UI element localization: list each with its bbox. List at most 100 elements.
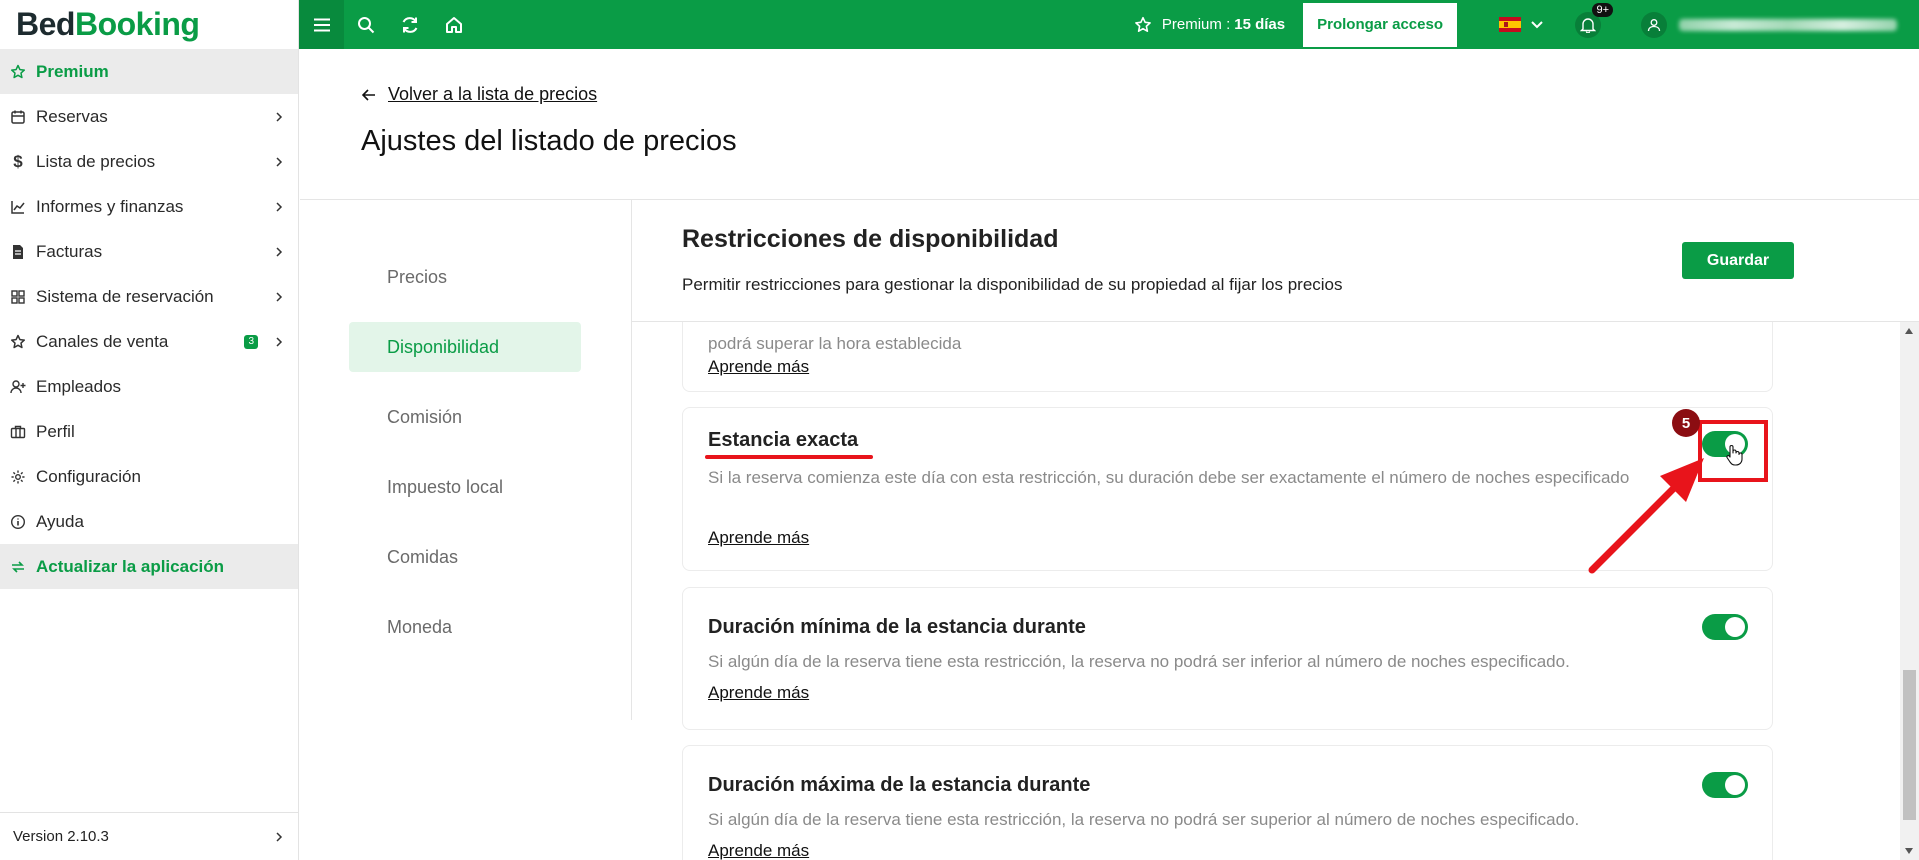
learn-more-link[interactable]: Aprende más (708, 841, 809, 860)
chevron-right-icon (276, 831, 283, 842)
sidebar-item-label: Sistema de reservación (36, 286, 214, 306)
chart-icon (10, 199, 26, 215)
sidebar-item-label: Perfil (36, 421, 75, 441)
sidebar-item-ayuda[interactable]: Ayuda (0, 499, 298, 544)
chevron-right-icon (276, 201, 283, 212)
sidebar-item-empleados[interactable]: Empleados (0, 364, 298, 409)
sidebar-item-canales-de-venta[interactable]: Canales de venta 3 (0, 319, 298, 364)
header-divider (300, 199, 1919, 200)
sidebar-item-configuracion[interactable]: Configuración (0, 454, 298, 499)
restrictions-list[interactable]: podrá superar la hora establecida Aprend… (632, 322, 1900, 860)
learn-more-link[interactable]: Aprende más (708, 357, 809, 377)
logo-booking: Booking (74, 6, 200, 42)
notification-count: 9+ (1592, 2, 1613, 17)
user-icon (1647, 18, 1661, 31)
tab-comidas[interactable]: Comidas (349, 532, 581, 582)
learn-more-link[interactable]: Aprende más (708, 683, 809, 703)
sidebar-item-reservas[interactable]: Reservas (0, 94, 298, 139)
top-bar: Premium : 15 días Prolongar acceso 9+ (299, 0, 1919, 49)
section-title: Restricciones de disponibilidad (682, 225, 1059, 253)
user-menu[interactable] (1641, 11, 1897, 38)
duracion-maxima-toggle[interactable] (1702, 772, 1748, 798)
search-button[interactable] (344, 0, 388, 49)
scrollbar[interactable] (1900, 322, 1919, 860)
premium-days: 15 días (1234, 16, 1286, 33)
tab-moneda[interactable]: Moneda (349, 602, 581, 652)
back-link-label: Volver a la lista de precios (388, 84, 598, 104)
bell-icon (1580, 17, 1596, 33)
refresh-icon (10, 559, 26, 575)
sidebar-item-label: Reservas (36, 106, 108, 126)
sidebar-item-label: Lista de precios (36, 151, 156, 171)
tab-comision[interactable]: Comisión (349, 392, 581, 442)
star-icon (1135, 16, 1151, 32)
dollar-icon: $ (13, 151, 23, 171)
sidebar-item-actualizar[interactable]: Actualizar la aplicación (0, 544, 298, 589)
sidebar-nav: Premium Reservas $ Lista de precios Info… (0, 49, 298, 589)
home-icon (446, 16, 462, 33)
search-icon (358, 16, 375, 33)
annotation-arrow-icon (1588, 458, 1704, 574)
sidebar-item-label: Informes y finanzas (36, 196, 184, 216)
count-badge: 3 (244, 334, 258, 349)
gear-icon (10, 469, 26, 485)
hamburger-icon (313, 18, 330, 31)
sidebar-item-lista-de-precios[interactable]: $ Lista de precios (0, 139, 298, 184)
restriction-card-partial: podrá superar la hora establecida Aprend… (682, 322, 1773, 392)
learn-more-link[interactable]: Aprende más (708, 528, 809, 548)
chevron-right-icon (276, 291, 283, 302)
scroll-up-arrow-icon[interactable] (1905, 328, 1913, 334)
sidebar-item-label: Premium (36, 61, 109, 81)
tab-impuesto-local[interactable]: Impuesto local (349, 462, 581, 512)
briefcase-icon (10, 424, 26, 440)
notifications-button[interactable]: 9+ (1575, 2, 1613, 38)
avatar (1641, 11, 1667, 38)
tab-disponibilidad[interactable]: Disponibilidad (349, 322, 581, 372)
restriction-card-duracion-maxima: Duración máxima de la estancia durante S… (682, 745, 1773, 860)
step-number-badge: 5 (1672, 409, 1700, 437)
sidebar-item-label: Configuración (36, 466, 141, 486)
card-title: Estancia exacta (708, 429, 859, 451)
version-bar[interactable]: Version 2.10.3 (0, 812, 298, 860)
arrow-left-icon (362, 88, 375, 101)
settings-tabs: Precios Disponibilidad Comisión Impuesto… (349, 252, 581, 672)
user-add-icon (10, 379, 26, 395)
sidebar-item-premium[interactable]: Premium (0, 49, 298, 94)
hand-cursor-icon (1726, 445, 1743, 466)
blurred-user-email (1679, 18, 1897, 31)
scrollbar-thumb[interactable] (1903, 670, 1916, 820)
annotation-underline (705, 455, 873, 459)
sidebar-item-perfil[interactable]: Perfil (0, 409, 298, 454)
scroll-down-arrow-icon[interactable] (1905, 848, 1913, 854)
chevron-right-icon (276, 336, 283, 347)
refresh-button[interactable] (388, 0, 432, 49)
sidebar-item-informes[interactable]: Informes y finanzas (0, 184, 298, 229)
app-logo[interactable]: Bed Booking (0, 0, 298, 49)
sidebar-item-label: Canales de venta (36, 331, 169, 351)
card-description: Si algún día de la reserva tiene esta re… (708, 652, 1570, 671)
menu-button[interactable] (299, 0, 344, 49)
home-button[interactable] (432, 0, 476, 49)
spain-flag-icon (1499, 17, 1521, 32)
tab-precios[interactable]: Precios (349, 252, 581, 302)
star-icon (10, 64, 26, 80)
card-description: Si algún día de la reserva tiene esta re… (708, 810, 1580, 829)
logo-bed: Bed (16, 6, 75, 42)
chevron-right-icon (276, 246, 283, 257)
duracion-minima-toggle[interactable] (1702, 614, 1748, 640)
prolong-access-button[interactable]: Prolongar acceso (1303, 2, 1457, 47)
grid-icon (10, 289, 26, 305)
restriction-card-duracion-minima: Duración mínima de la estancia durante S… (682, 587, 1773, 730)
premium-status: Premium : 15 días (1134, 16, 1285, 34)
star-icon (10, 334, 26, 350)
sidebar-item-facturas[interactable]: Facturas (0, 229, 298, 274)
card-description: Si la reserva comienza este día con esta… (708, 468, 1630, 487)
premium-label: Premium : (1161, 16, 1231, 33)
back-to-price-list-link[interactable]: Volver a la lista de precios (362, 84, 597, 105)
language-selector[interactable] (1499, 17, 1543, 32)
save-button[interactable]: Guardar (1682, 242, 1794, 279)
sidebar: Bed Booking Premium Reservas $ Lista de p… (0, 0, 299, 860)
refresh-icon (402, 16, 418, 33)
sidebar-item-label: Ayuda (36, 511, 84, 531)
sidebar-item-sistema-de-reservacion[interactable]: Sistema de reservación (0, 274, 298, 319)
